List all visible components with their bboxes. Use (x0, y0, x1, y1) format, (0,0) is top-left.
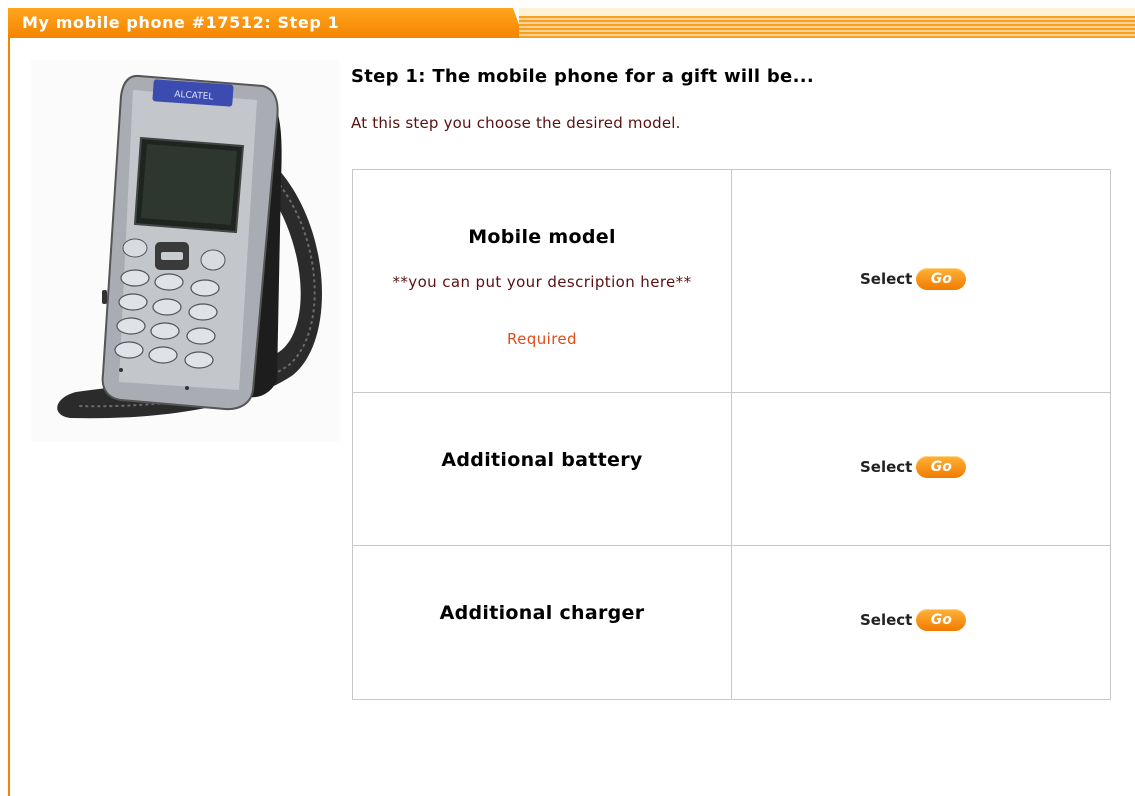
required-label: Required (507, 330, 577, 348)
option-row-additional-battery: Additional battery Select Go (352, 392, 1111, 546)
option-info-cell: Additional battery (352, 392, 732, 546)
select-label: Select (860, 458, 913, 476)
option-row-mobile-model: Mobile model **you can put your descript… (352, 169, 1111, 393)
select-control: Select Go (860, 456, 967, 478)
panel-title: My mobile phone #17512: Step 1 (22, 13, 340, 32)
option-title: Mobile model (468, 226, 616, 248)
option-row-additional-charger: Additional charger Select Go (352, 545, 1111, 700)
option-info-cell: Additional charger (352, 545, 732, 700)
options-table: Mobile model **you can put your descript… (352, 169, 1111, 700)
title-tab: My mobile phone #17512: Step 1 (8, 8, 524, 38)
option-title: Additional battery (441, 449, 643, 471)
panel-left-border (8, 38, 10, 796)
go-button-mobile-model[interactable]: Go (916, 268, 967, 290)
product-image: ALCATEL (31, 60, 339, 442)
title-bar: My mobile phone #17512: Step 1 (8, 8, 1135, 38)
option-title: Additional charger (439, 602, 645, 624)
option-action-cell: Select Go (731, 169, 1111, 393)
option-info-cell: Mobile model **you can put your descript… (352, 169, 732, 393)
select-label: Select (860, 270, 913, 288)
title-stripe-decoration (519, 8, 1135, 38)
option-action-cell: Select Go (731, 392, 1111, 546)
option-description: **you can put your description here** (392, 273, 692, 291)
wizard-panel: My mobile phone #17512: Step 1 ALCATEL S… (8, 8, 1135, 796)
go-button-additional-battery[interactable]: Go (916, 456, 967, 478)
select-control: Select Go (860, 609, 967, 631)
select-label: Select (860, 611, 913, 629)
option-action-cell: Select Go (731, 545, 1111, 700)
select-control: Select Go (860, 268, 967, 290)
step-description: At this step you choose the desired mode… (351, 114, 681, 132)
go-button-additional-charger[interactable]: Go (916, 609, 967, 631)
step-heading: Step 1: The mobile phone for a gift will… (351, 66, 814, 87)
